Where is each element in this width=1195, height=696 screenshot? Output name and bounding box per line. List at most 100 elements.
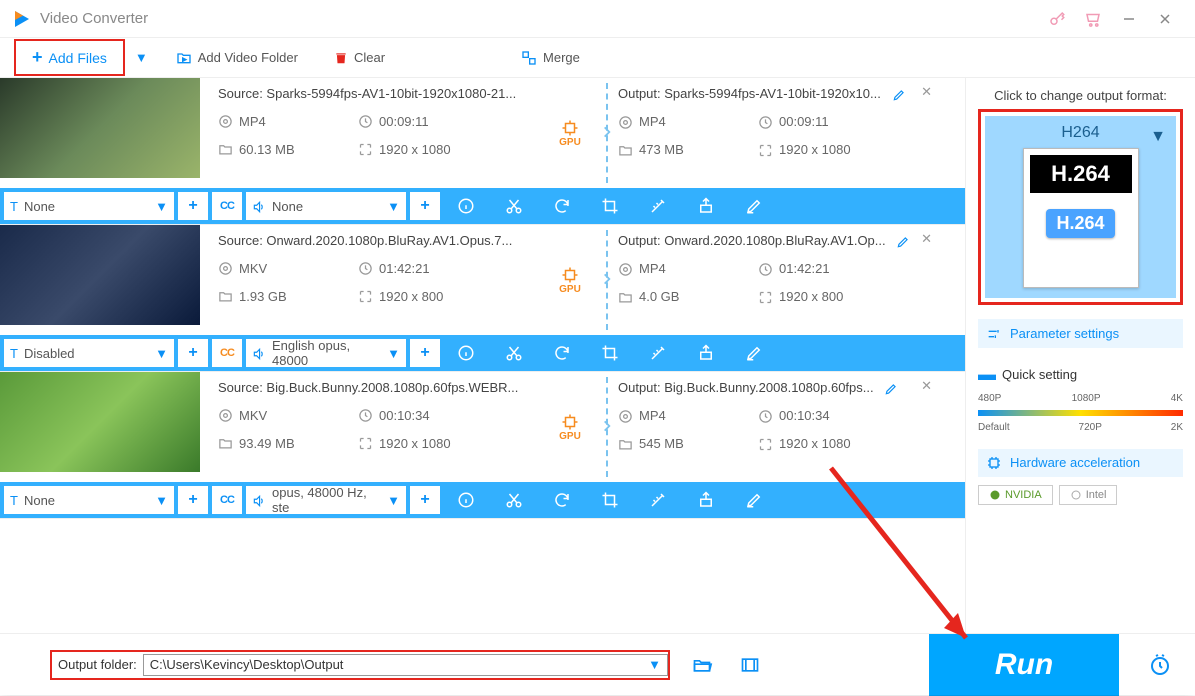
cc-button[interactable]: CC bbox=[212, 486, 242, 514]
add-audio-button[interactable]: + bbox=[410, 339, 440, 367]
thumbnail[interactable] bbox=[0, 78, 200, 178]
quick-setting-label: Quick setting bbox=[1002, 367, 1077, 382]
clock-icon bbox=[358, 113, 373, 129]
source-label: Source: Onward.2020.1080p.BluRay.AV1.Opu… bbox=[218, 233, 530, 248]
edit-button[interactable] bbox=[732, 482, 776, 518]
audio-select[interactable]: opus, 48000 Hz, ste▼ bbox=[246, 486, 406, 514]
plus-icon: + bbox=[32, 47, 43, 68]
sliders-icon bbox=[986, 325, 1002, 342]
folder-icon bbox=[618, 142, 633, 158]
cart-icon[interactable] bbox=[1075, 0, 1111, 38]
codec-label-top: H.264 bbox=[1030, 155, 1132, 193]
title-bar: Video Converter bbox=[0, 0, 1195, 38]
format-name: H264 bbox=[1061, 124, 1099, 141]
folder-video-icon bbox=[176, 49, 192, 66]
thumbnail[interactable] bbox=[0, 372, 200, 472]
output-label: Output: Onward.2020.1080p.BluRay.AV1.Op.… bbox=[618, 233, 886, 248]
crop-button[interactable] bbox=[588, 482, 632, 518]
cc-button[interactable]: CC bbox=[212, 192, 242, 220]
output-folder-label: Output folder: bbox=[52, 657, 143, 672]
disc-icon bbox=[618, 114, 633, 130]
subtitle-select[interactable]: TNone▼ bbox=[4, 192, 174, 220]
add-files-label: Add Files bbox=[49, 50, 107, 66]
audio-select[interactable]: English opus, 48000▼ bbox=[246, 339, 406, 367]
output-folder-select[interactable]: C:\Users\Kevincy\Desktop\Output▼ bbox=[143, 654, 668, 676]
speaker-icon bbox=[252, 198, 266, 214]
hardware-accel-button[interactable]: Hardware acceleration bbox=[978, 449, 1183, 478]
audio-select[interactable]: None▼ bbox=[246, 192, 406, 220]
add-subtitle-button[interactable]: + bbox=[178, 339, 208, 367]
gpu-badge: GPU bbox=[559, 119, 581, 148]
info-button[interactable] bbox=[444, 482, 488, 518]
add-files-button[interactable]: + Add Files bbox=[14, 39, 125, 76]
thumbnail[interactable] bbox=[0, 225, 200, 325]
effects-button[interactable] bbox=[636, 188, 680, 224]
edit-output-button[interactable] bbox=[896, 233, 910, 248]
cut-button[interactable] bbox=[492, 188, 536, 224]
app-title: Video Converter bbox=[40, 10, 1039, 27]
source-label: Source: Big.Buck.Bunny.2008.1080p.60fps.… bbox=[218, 380, 530, 395]
effects-button[interactable] bbox=[636, 335, 680, 371]
trash-icon bbox=[334, 50, 348, 66]
chip-icon bbox=[986, 455, 1002, 472]
rotate-button[interactable] bbox=[540, 482, 584, 518]
file-item: Source: Sparks-5994fps-AV1-10bit-1920x10… bbox=[0, 78, 965, 225]
codec-label-bottom: H.264 bbox=[1046, 209, 1114, 238]
resolution-icon bbox=[358, 141, 373, 157]
subtitle-select[interactable]: TDisabled▼ bbox=[4, 339, 174, 367]
format-title: Click to change output format: bbox=[978, 88, 1183, 103]
crop-button[interactable] bbox=[588, 335, 632, 371]
schedule-button[interactable] bbox=[1135, 653, 1185, 677]
format-card[interactable]: H.264 H.264 bbox=[1023, 148, 1139, 288]
rotate-button[interactable] bbox=[540, 188, 584, 224]
merge-label: Merge bbox=[543, 50, 580, 65]
effects-button[interactable] bbox=[636, 482, 680, 518]
run-button[interactable]: Run bbox=[929, 634, 1119, 696]
key-icon[interactable] bbox=[1039, 0, 1075, 38]
quality-slider[interactable] bbox=[978, 410, 1183, 416]
info-button[interactable] bbox=[444, 188, 488, 224]
add-folder-label: Add Video Folder bbox=[198, 50, 298, 65]
resolution-icon bbox=[758, 142, 773, 158]
close-button[interactable] bbox=[1147, 0, 1183, 38]
gpu-intel[interactable]: Intel bbox=[1059, 485, 1118, 505]
add-subtitle-button[interactable]: + bbox=[178, 486, 208, 514]
media-folder-button[interactable] bbox=[734, 651, 766, 679]
minimize-button[interactable] bbox=[1111, 0, 1147, 38]
cut-button[interactable] bbox=[492, 335, 536, 371]
disc-icon bbox=[218, 113, 233, 129]
remove-item-button[interactable]: ✕ bbox=[921, 231, 932, 247]
clear-button[interactable]: Clear bbox=[326, 46, 393, 70]
watermark-button[interactable] bbox=[684, 188, 728, 224]
chevron-down-icon[interactable]: ▼ bbox=[1150, 128, 1166, 146]
info-button[interactable] bbox=[444, 335, 488, 371]
merge-button[interactable]: Merge bbox=[513, 45, 588, 70]
watermark-button[interactable] bbox=[684, 482, 728, 518]
cut-button[interactable] bbox=[492, 482, 536, 518]
remove-item-button[interactable]: ✕ bbox=[921, 378, 932, 394]
output-format-box[interactable]: H264 ▼ H.264 H.264 bbox=[978, 109, 1183, 305]
crop-button[interactable] bbox=[588, 188, 632, 224]
cc-button[interactable]: CC bbox=[212, 339, 242, 367]
edit-button[interactable] bbox=[732, 335, 776, 371]
add-folder-button[interactable]: Add Video Folder bbox=[168, 45, 306, 70]
edit-button[interactable] bbox=[732, 188, 776, 224]
gpu-badge: GPU bbox=[559, 266, 581, 295]
add-files-dropdown-icon[interactable]: ▼ bbox=[135, 50, 148, 65]
parameter-settings-button[interactable]: Parameter settings bbox=[978, 319, 1183, 348]
add-audio-button[interactable]: + bbox=[410, 192, 440, 220]
remove-item-button[interactable]: ✕ bbox=[921, 84, 932, 100]
chevron-down-icon: ▼ bbox=[387, 199, 400, 214]
edit-output-button[interactable] bbox=[892, 86, 906, 101]
file-item: Source: Big.Buck.Bunny.2008.1080p.60fps.… bbox=[0, 372, 965, 519]
gpu-nvidia[interactable]: NVIDIA bbox=[978, 485, 1053, 505]
watermark-button[interactable] bbox=[684, 335, 728, 371]
subtitle-select[interactable]: TNone▼ bbox=[4, 486, 174, 514]
app-logo-icon bbox=[12, 9, 32, 29]
add-audio-button[interactable]: + bbox=[410, 486, 440, 514]
browse-folder-button[interactable] bbox=[686, 651, 718, 679]
add-subtitle-button[interactable]: + bbox=[178, 192, 208, 220]
edit-output-button[interactable] bbox=[884, 380, 898, 395]
clear-label: Clear bbox=[354, 50, 385, 65]
rotate-button[interactable] bbox=[540, 335, 584, 371]
